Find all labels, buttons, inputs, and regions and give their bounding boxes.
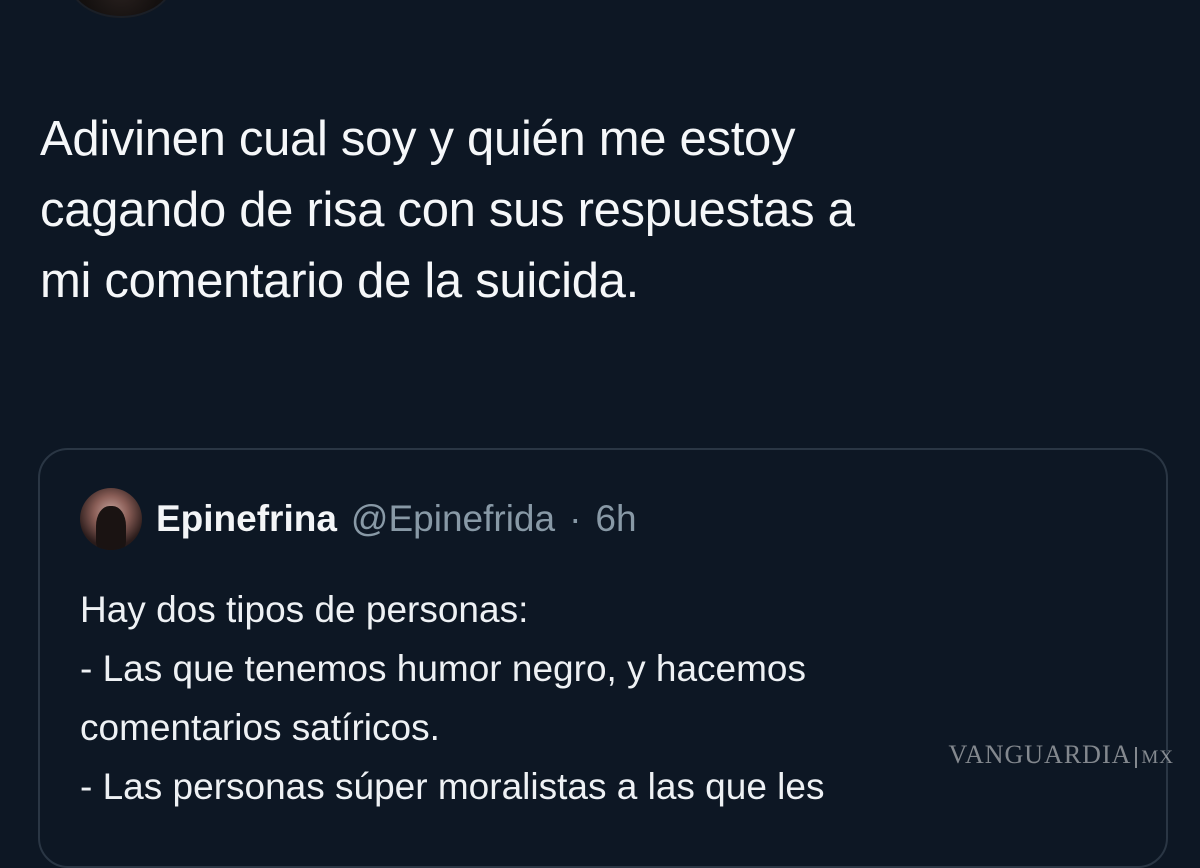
quoted-tweet-time[interactable]: 6h <box>595 498 636 540</box>
tweet-text-line: mi comentario de la suicida. <box>40 254 639 308</box>
quoted-text-line: Hay dos tipos de personas: <box>80 589 529 630</box>
separator-dot: · <box>569 498 582 539</box>
quoted-author-avatar[interactable] <box>80 488 142 550</box>
quoted-author-name[interactable]: Epinefrina <box>156 498 337 540</box>
vanguardia-watermark: VANGUARDIA MX <box>949 740 1174 770</box>
quoted-text-line: - Las que tenemos humor negro, y hacemos <box>80 648 806 689</box>
tweet-text-line: Adivinen cual soy y quién me estoy <box>40 112 796 166</box>
quoted-tweet-card[interactable]: Epinefrina @Epinefrida · 6h Hay dos tipo… <box>38 448 1168 868</box>
watermark-region: MX <box>1135 747 1174 768</box>
tweet-text: Adivinen cual soy y quién me estoy cagan… <box>40 104 1150 317</box>
quoted-author-handle[interactable]: @Epinefrida <box>351 498 555 540</box>
quoted-tweet-text: Hay dos tipos de personas: - Las que ten… <box>80 580 1140 816</box>
watermark-brand: VANGUARDIA <box>948 740 1132 769</box>
author-avatar[interactable] <box>68 0 174 18</box>
quoted-tweet-header: Epinefrina @Epinefrida · 6h <box>80 488 637 550</box>
tweet-text-line: cagando de risa con sus respuestas a <box>40 183 855 237</box>
